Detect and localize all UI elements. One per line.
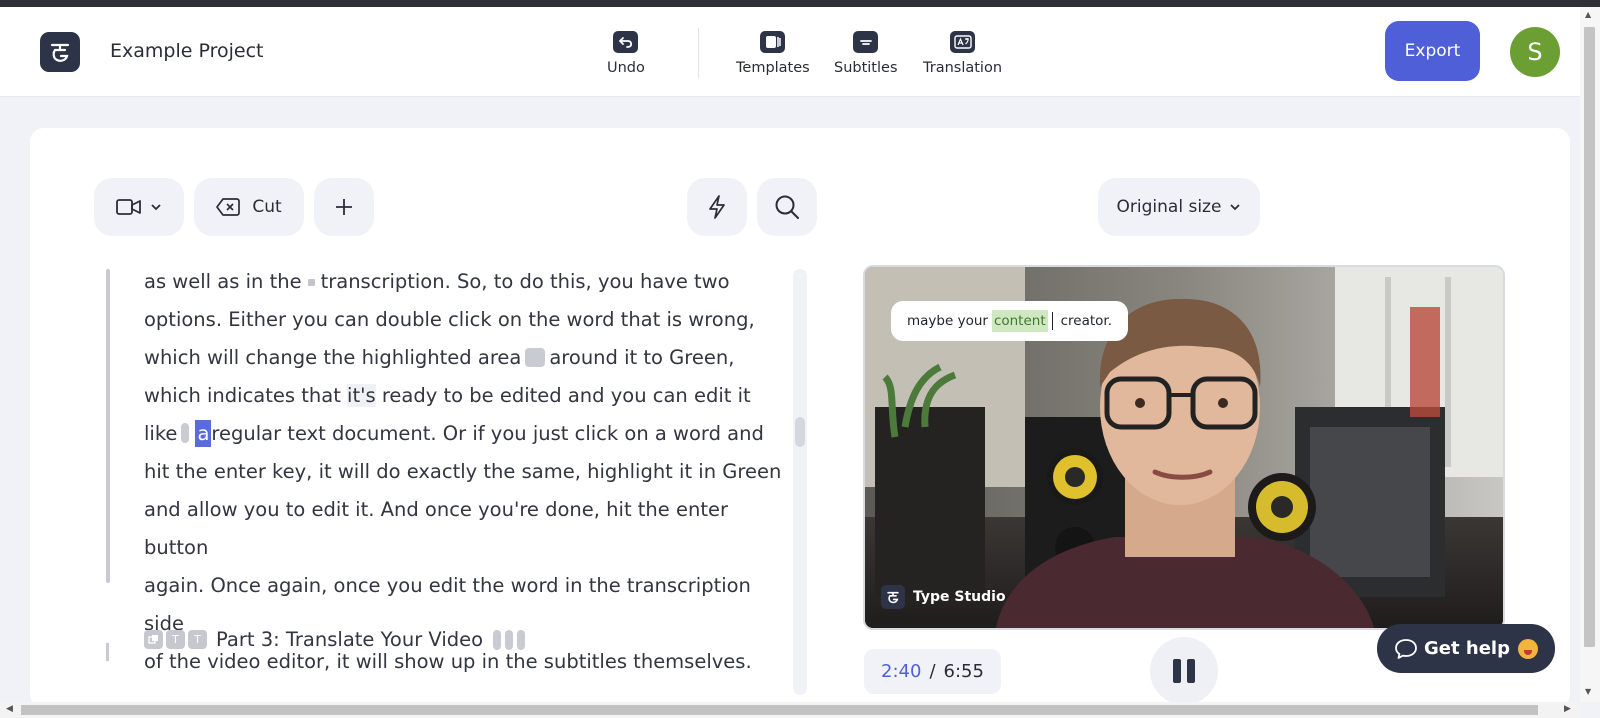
transcript-scroll-thumb[interactable]: [795, 417, 805, 447]
translation-label: Translation: [923, 60, 1003, 76]
watermark-text: Type Studio: [913, 589, 1006, 605]
scroll-right-arrow-icon[interactable]: ▶: [1564, 704, 1571, 714]
app-logo[interactable]: [40, 32, 80, 72]
subtitle-caption-preview[interactable]: maybe your content creator.: [891, 301, 1129, 341]
pause-marker-icon: [505, 629, 514, 650]
templates-button[interactable]: Templates: [736, 31, 810, 76]
scroll-up-arrow-icon[interactable]: ▲: [1585, 10, 1591, 19]
text-cursor: [1051, 312, 1053, 330]
transcript-text[interactable]: transcription. So, to do this, you have …: [321, 270, 730, 293]
chat-bubble-icon: [1395, 638, 1417, 659]
time-separator: /: [929, 661, 936, 682]
subtitles-label: Subtitles: [834, 60, 898, 76]
scroll-down-arrow-icon[interactable]: ▼: [1585, 687, 1591, 696]
magic-actions-button[interactable]: [687, 178, 747, 236]
transcript-text[interactable]: around it to Green,: [549, 346, 734, 369]
total-time: 6:55: [943, 661, 984, 682]
plus-icon: [336, 199, 352, 215]
transcript-line[interactable]: hit the enter key, it will do exactly th…: [144, 453, 784, 491]
transcript-editor[interactable]: as well as in the transcription. So, to d…: [106, 263, 796, 695]
transcript-line[interactable]: which indicates that it's ready to be ed…: [144, 377, 784, 415]
heading-type-icon[interactable]: T: [166, 630, 185, 649]
transcript-line[interactable]: options. Either you can double click on …: [144, 301, 784, 339]
video-source-dropdown[interactable]: [94, 178, 184, 236]
scroll-left-arrow-icon[interactable]: ◀: [6, 704, 13, 714]
transcript-line[interactable]: and allow you to edit it. And once you'r…: [144, 491, 784, 567]
backspace-delete-icon: [216, 198, 241, 216]
transcript-text[interactable]: which indicates that: [144, 384, 347, 407]
pause-button[interactable]: [1150, 637, 1218, 705]
transcript-paragraph[interactable]: as well as in the transcription. So, to d…: [144, 263, 784, 681]
toolbar-divider: [698, 28, 699, 78]
search-button[interactable]: [757, 178, 817, 236]
video-camera-icon: [116, 199, 141, 215]
transcript-line[interactable]: as well as in the transcription. So, to d…: [144, 263, 784, 301]
pause-marker-icon: [517, 629, 526, 650]
pause-marker-icon: [493, 629, 502, 650]
vertical-scroll-thumb[interactable]: [1584, 27, 1595, 647]
undo-label: Undo: [607, 60, 645, 76]
copy-section-icon[interactable]: [144, 630, 163, 649]
templates-label: Templates: [736, 60, 810, 76]
current-time: 2:40: [881, 661, 922, 682]
get-help-button[interactable]: Get help: [1377, 624, 1555, 673]
page-vertical-scrollbar[interactable]: ▲ ▼: [1580, 7, 1600, 702]
app-header: Example Project Undo Templates Subtitles…: [0, 7, 1580, 97]
paragraph-marker: [106, 269, 110, 583]
pause-marker-icon[interactable]: [307, 279, 315, 286]
playback-time: 2:40 / 6:55: [864, 649, 1001, 694]
chevron-down-icon: [1230, 204, 1241, 211]
typestudio-logo-icon: [50, 43, 70, 62]
cut-button[interactable]: Cut: [194, 178, 304, 236]
caption-text: maybe your: [907, 313, 988, 329]
video-size-dropdown[interactable]: Original size: [1098, 178, 1260, 236]
translation-button[interactable]: Translation: [923, 31, 1002, 76]
get-help-label: Get help: [1424, 638, 1510, 659]
transcript-text[interactable]: which will change the highlighted area: [144, 346, 521, 369]
transcript-text[interactable]: ready to be edited and you can edit it: [376, 384, 751, 407]
video-preview[interactable]: maybe your content creator. Type Studio: [863, 265, 1505, 630]
section-marker: [106, 643, 109, 661]
typestudio-logo-icon: [881, 585, 905, 609]
selected-word[interactable]: a: [195, 420, 212, 447]
page-horizontal-scrollbar[interactable]: ◀ ▶: [0, 702, 1580, 718]
undo-icon: [613, 31, 639, 53]
video-size-label: Original size: [1116, 197, 1222, 217]
transcript-scrollbar[interactable]: [793, 269, 807, 695]
pause-marker-icon[interactable]: [181, 423, 190, 443]
heading-type-icon[interactable]: T: [188, 630, 207, 649]
templates-icon: [760, 31, 786, 53]
section-title[interactable]: Part 3: Translate Your Video: [216, 628, 483, 651]
transcript-line[interactable]: which will change the highlighted area ar…: [144, 339, 784, 377]
section-heading[interactable]: T T Part 3: Translate Your Video: [144, 628, 526, 651]
cut-label: Cut: [252, 197, 282, 217]
lightning-bolt-icon: [709, 195, 725, 219]
transcript-text[interactable]: as well as in the: [144, 270, 302, 293]
search-icon: [775, 195, 799, 219]
pause-icon: [1173, 659, 1181, 683]
type-studio-watermark: Type Studio: [881, 585, 1006, 609]
hovered-word[interactable]: it's: [347, 384, 376, 407]
transcript-text[interactable]: regular text document. Or if you just cl…: [211, 422, 763, 445]
transcript-line[interactable]: like a regular text document. Or if you ju…: [144, 415, 784, 453]
image-marker-icon[interactable]: [525, 348, 546, 367]
subtitles-icon: [853, 31, 879, 53]
window-top-strip: [0, 0, 1600, 7]
undo-button[interactable]: Undo: [607, 31, 645, 76]
caption-highlighted-word[interactable]: content: [991, 310, 1048, 332]
face-emoji-icon: [1517, 638, 1538, 659]
chevron-down-icon: [151, 204, 161, 211]
translation-icon: [950, 31, 975, 53]
pause-icon: [1187, 659, 1195, 683]
add-button[interactable]: [314, 178, 374, 236]
transcript-text[interactable]: like: [144, 422, 177, 445]
user-avatar[interactable]: S: [1510, 27, 1560, 77]
horizontal-scroll-thumb[interactable]: [21, 705, 1538, 715]
project-title[interactable]: Example Project: [110, 40, 263, 62]
subtitles-button[interactable]: Subtitles: [834, 31, 898, 76]
caption-text: creator.: [1060, 313, 1113, 329]
export-button[interactable]: Export: [1385, 21, 1480, 81]
